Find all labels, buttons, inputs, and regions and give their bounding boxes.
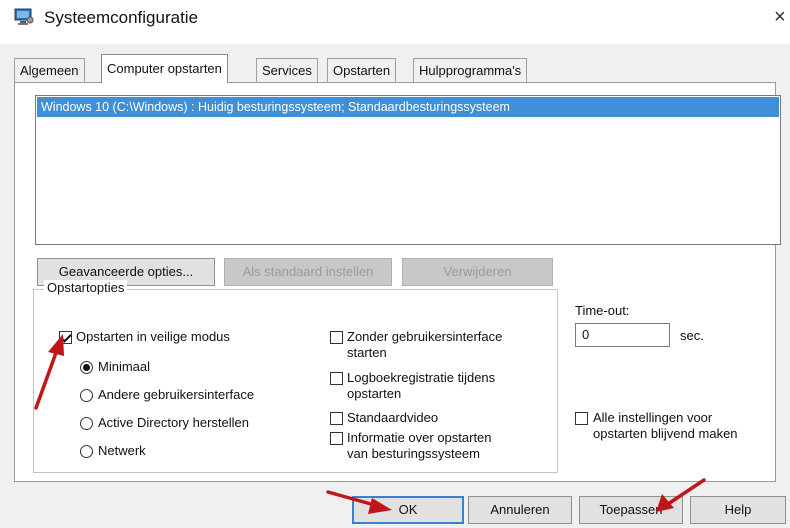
no-gui-label-line1: Zonder gebruikersinterface bbox=[347, 329, 503, 344]
apply-button[interactable]: Toepassen bbox=[579, 496, 683, 524]
system-config-icon bbox=[14, 8, 34, 26]
base-video-checkbox[interactable] bbox=[330, 412, 343, 425]
timeout-input[interactable]: 0 bbox=[575, 323, 670, 347]
base-video-label: Standaardvideo bbox=[347, 410, 439, 425]
os-boot-info-checkbox[interactable] bbox=[330, 432, 343, 445]
boot-log-checkbox[interactable] bbox=[330, 372, 343, 385]
radio-alternate-shell[interactable] bbox=[80, 389, 93, 402]
boot-options-legend: Opstartopties bbox=[44, 280, 128, 295]
timeout-unit: sec. bbox=[680, 328, 704, 343]
radio-network-label: Netwerk bbox=[98, 443, 146, 458]
help-button[interactable]: Help bbox=[690, 496, 786, 524]
set-default-button[interactable]: Als standaard instellen bbox=[224, 258, 392, 286]
safe-boot-label: Opstarten in veilige modus bbox=[76, 329, 230, 344]
no-gui-label-line2: starten bbox=[347, 345, 387, 360]
os-boot-info-label-line1: Informatie over opstarten bbox=[347, 430, 492, 445]
tab-algemeen[interactable]: Algemeen bbox=[14, 58, 85, 82]
boot-entries-list[interactable]: Windows 10 (C:\Windows) : Huidig besturi… bbox=[35, 95, 781, 245]
boot-log-label-line1: Logboekregistratie tijdens bbox=[347, 370, 496, 385]
cancel-button[interactable]: Annuleren bbox=[468, 496, 572, 524]
ok-button[interactable]: OK bbox=[352, 496, 464, 524]
tab-services[interactable]: Services bbox=[256, 58, 318, 82]
tab-hulpprogrammas[interactable]: Hulpprogramma's bbox=[413, 58, 528, 82]
timeout-label: Time-out: bbox=[575, 303, 630, 318]
make-permanent-label-line1: Alle instellingen voor bbox=[593, 410, 713, 425]
safe-boot-checkbox[interactable] bbox=[59, 331, 72, 344]
radio-network[interactable] bbox=[80, 445, 93, 458]
radio-minimal-label: Minimaal bbox=[98, 359, 151, 374]
make-permanent-label-line2: opstarten blijvend maken bbox=[593, 426, 738, 441]
boot-log-label-line2: opstarten bbox=[347, 386, 402, 401]
no-gui-checkbox[interactable] bbox=[330, 331, 343, 344]
boot-entry-selected[interactable]: Windows 10 (C:\Windows) : Huidig besturi… bbox=[37, 97, 779, 117]
window-title: Systeemconfiguratie bbox=[44, 8, 199, 27]
tab-opstarten[interactable]: Opstarten bbox=[327, 58, 397, 82]
tab-computer-opstarten[interactable]: Computer opstarten bbox=[101, 54, 228, 83]
os-boot-info-label-line2: van besturingssysteem bbox=[347, 446, 480, 461]
close-icon[interactable]: × bbox=[774, 6, 786, 29]
radio-ad-repair-label: Active Directory herstellen bbox=[98, 415, 249, 430]
radio-ad-repair[interactable] bbox=[80, 417, 93, 430]
radio-minimal[interactable] bbox=[80, 361, 93, 374]
delete-button[interactable]: Verwijderen bbox=[402, 258, 553, 286]
radio-alternate-shell-label: Andere gebruikersinterface bbox=[98, 387, 255, 402]
make-permanent-checkbox[interactable] bbox=[575, 412, 588, 425]
